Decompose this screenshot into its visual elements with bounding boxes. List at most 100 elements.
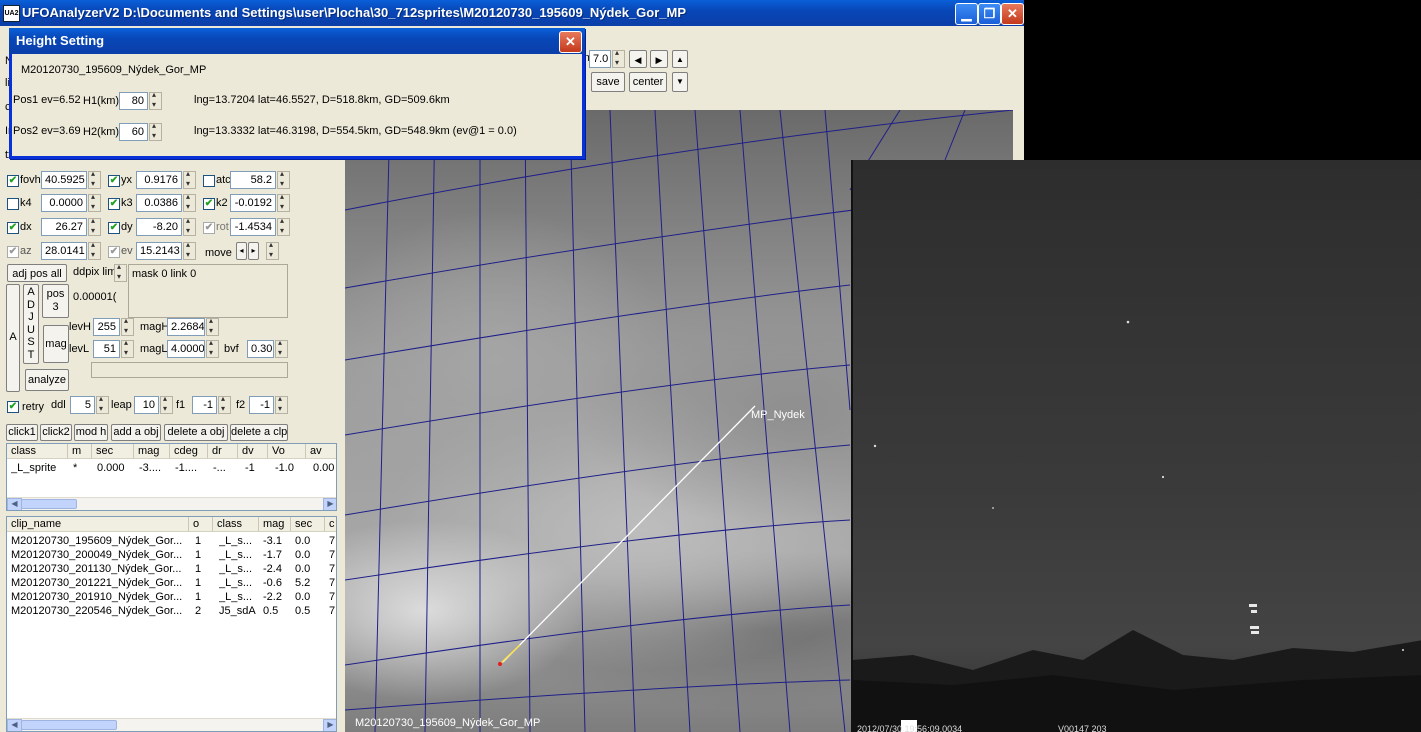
camera-frame-view[interactable]: 2012/07/30 19:56:09.0034 V00147 203 — [851, 160, 1421, 732]
obj-col-vo[interactable]: Vo — [268, 444, 306, 459]
magl-spinner[interactable] — [206, 338, 219, 358]
clip-col-sec[interactable]: sec — [291, 517, 325, 532]
obj-col-sec[interactable]: sec — [92, 444, 134, 459]
toolbar-value-spinner[interactable] — [612, 48, 625, 68]
dialog-title-bar[interactable]: Height Setting ✕ — [9, 28, 585, 54]
k3-spinner[interactable] — [183, 192, 196, 212]
levl-spinner[interactable] — [121, 338, 134, 358]
minimize-button[interactable]: ▁ — [955, 3, 978, 25]
rot-spinner[interactable] — [277, 216, 290, 236]
levh-spinner[interactable] — [121, 316, 134, 336]
atc-checkbox[interactable] — [203, 175, 215, 187]
clip-table[interactable]: clip_name o class mag sec c M20120730_19… — [6, 516, 337, 732]
fovh-checkbox[interactable]: ✔ — [7, 175, 19, 187]
ddl-spinner[interactable] — [96, 394, 109, 414]
clip-col-c[interactable]: c — [325, 517, 336, 532]
f1-spinner[interactable] — [218, 394, 231, 414]
a-button[interactable]: A — [6, 284, 20, 392]
f2-field[interactable]: -1 — [249, 396, 274, 414]
rot-checkbox[interactable]: ✔ — [203, 222, 215, 234]
move-right-button[interactable]: ▸ — [248, 242, 259, 260]
mod-h-button[interactable]: mod h — [74, 424, 108, 441]
scroll-thumb[interactable] — [21, 720, 117, 730]
adj-pos-all-button[interactable]: adj pos all — [7, 264, 67, 282]
dy-field[interactable]: -8.20 — [136, 218, 182, 236]
levh-field[interactable]: 255 — [93, 318, 120, 336]
dialog-close-button[interactable]: ✕ — [559, 31, 582, 53]
clip-col-name[interactable]: clip_name — [7, 517, 189, 532]
h2-field[interactable]: 60 — [119, 123, 148, 141]
click2-button[interactable]: click2 — [40, 424, 72, 441]
up-arrow-button[interactable]: ▲ — [672, 50, 688, 68]
dx-field[interactable]: 26.27 — [41, 218, 87, 236]
k2-field[interactable]: -0.0192 — [230, 194, 276, 212]
dy-spinner[interactable] — [183, 216, 196, 236]
magl-field[interactable]: 4.0000 — [167, 340, 205, 358]
yx-spinner[interactable] — [183, 169, 196, 189]
rot-field[interactable]: -1.4534 — [230, 218, 276, 236]
ev-spinner[interactable] — [183, 240, 196, 260]
delete-obj-button[interactable]: delete a obj — [164, 424, 228, 441]
k3-checkbox[interactable]: ✔ — [108, 198, 120, 210]
ev-checkbox[interactable]: ✔ — [108, 246, 120, 258]
fovh-field[interactable]: 40.5925 — [41, 171, 87, 189]
dx-checkbox[interactable]: ✔ — [7, 222, 19, 234]
az-checkbox[interactable]: ✔ — [7, 246, 19, 258]
k4-spinner[interactable] — [88, 192, 101, 212]
fovh-spinner[interactable] — [88, 169, 101, 189]
obj-col-av[interactable]: av — [306, 444, 336, 459]
atc-spinner[interactable] — [277, 169, 290, 189]
k4-field[interactable]: 0.0000 — [41, 194, 87, 212]
scroll-left-icon[interactable]: ◀ — [7, 498, 22, 510]
az-field[interactable]: 28.0141 — [41, 242, 87, 260]
clip-col-o[interactable]: o — [189, 517, 213, 532]
ddl-field[interactable]: 5 — [70, 396, 95, 414]
magh-spinner[interactable] — [206, 316, 219, 336]
clip-col-mag[interactable]: mag — [259, 517, 291, 532]
k4-checkbox[interactable] — [7, 198, 19, 210]
h2-spinner[interactable] — [149, 121, 162, 141]
k2-checkbox[interactable]: ✔ — [203, 198, 215, 210]
close-button[interactable]: ✕ — [1001, 3, 1024, 25]
ev-field[interactable]: 15.2143 — [136, 242, 182, 260]
magh-field[interactable]: 2.2684 — [167, 318, 205, 336]
dy-checkbox[interactable]: ✔ — [108, 222, 120, 234]
scroll-right-icon[interactable]: ▶ — [323, 498, 336, 510]
obj-col-cdeg[interactable]: cdeg — [170, 444, 208, 459]
obj-col-m[interactable]: m — [68, 444, 92, 459]
left-arrow-button[interactable]: ◀ — [629, 50, 647, 68]
h1-spinner[interactable] — [149, 90, 162, 110]
scroll-thumb[interactable] — [21, 499, 77, 509]
adjust-button[interactable]: A D J U S T — [23, 284, 39, 364]
clip-table-hscroll[interactable]: ◀ ▶ — [7, 718, 336, 731]
h1-field[interactable]: 80 — [119, 92, 148, 110]
center-button[interactable]: center — [629, 72, 667, 92]
delete-clip-button[interactable]: delete a clp — [230, 424, 288, 441]
obj-col-mag[interactable]: mag — [134, 444, 170, 459]
leap-field[interactable]: 10 — [134, 396, 159, 414]
levl-field[interactable]: 51 — [93, 340, 120, 358]
maximize-button[interactable]: ❐ — [978, 3, 1001, 25]
move-left-button[interactable]: ◂ — [236, 242, 247, 260]
bvf-field[interactable]: 0.30 — [247, 340, 274, 358]
f1-field[interactable]: -1 — [192, 396, 217, 414]
save-button[interactable]: save — [591, 72, 625, 92]
object-table[interactable]: class m sec mag cdeg dr dv Vo av _L_spri… — [6, 443, 337, 511]
yx-field[interactable]: 0.9176 — [136, 171, 182, 189]
clip-col-class[interactable]: class — [213, 517, 259, 532]
leap-spinner[interactable] — [160, 394, 173, 414]
k3-field[interactable]: 0.0386 — [136, 194, 182, 212]
k2-spinner[interactable] — [277, 192, 290, 212]
bvf-spinner[interactable] — [275, 338, 288, 358]
scroll-right-icon[interactable]: ▶ — [323, 719, 336, 731]
ddpix-spinner[interactable] — [114, 262, 127, 282]
down-arrow-button[interactable]: ▼ — [672, 72, 688, 92]
f2-spinner[interactable] — [275, 394, 288, 414]
title-bar[interactable]: UA2 UFOAnalyzerV2 D:\Documents and Setti… — [0, 0, 1024, 26]
splitter[interactable] — [338, 160, 345, 732]
move-spinner[interactable] — [266, 240, 279, 260]
obj-col-dr[interactable]: dr — [208, 444, 238, 459]
analyze-button[interactable]: analyze — [25, 369, 69, 391]
add-obj-button[interactable]: add a obj — [111, 424, 161, 441]
dx-spinner[interactable] — [88, 216, 101, 236]
